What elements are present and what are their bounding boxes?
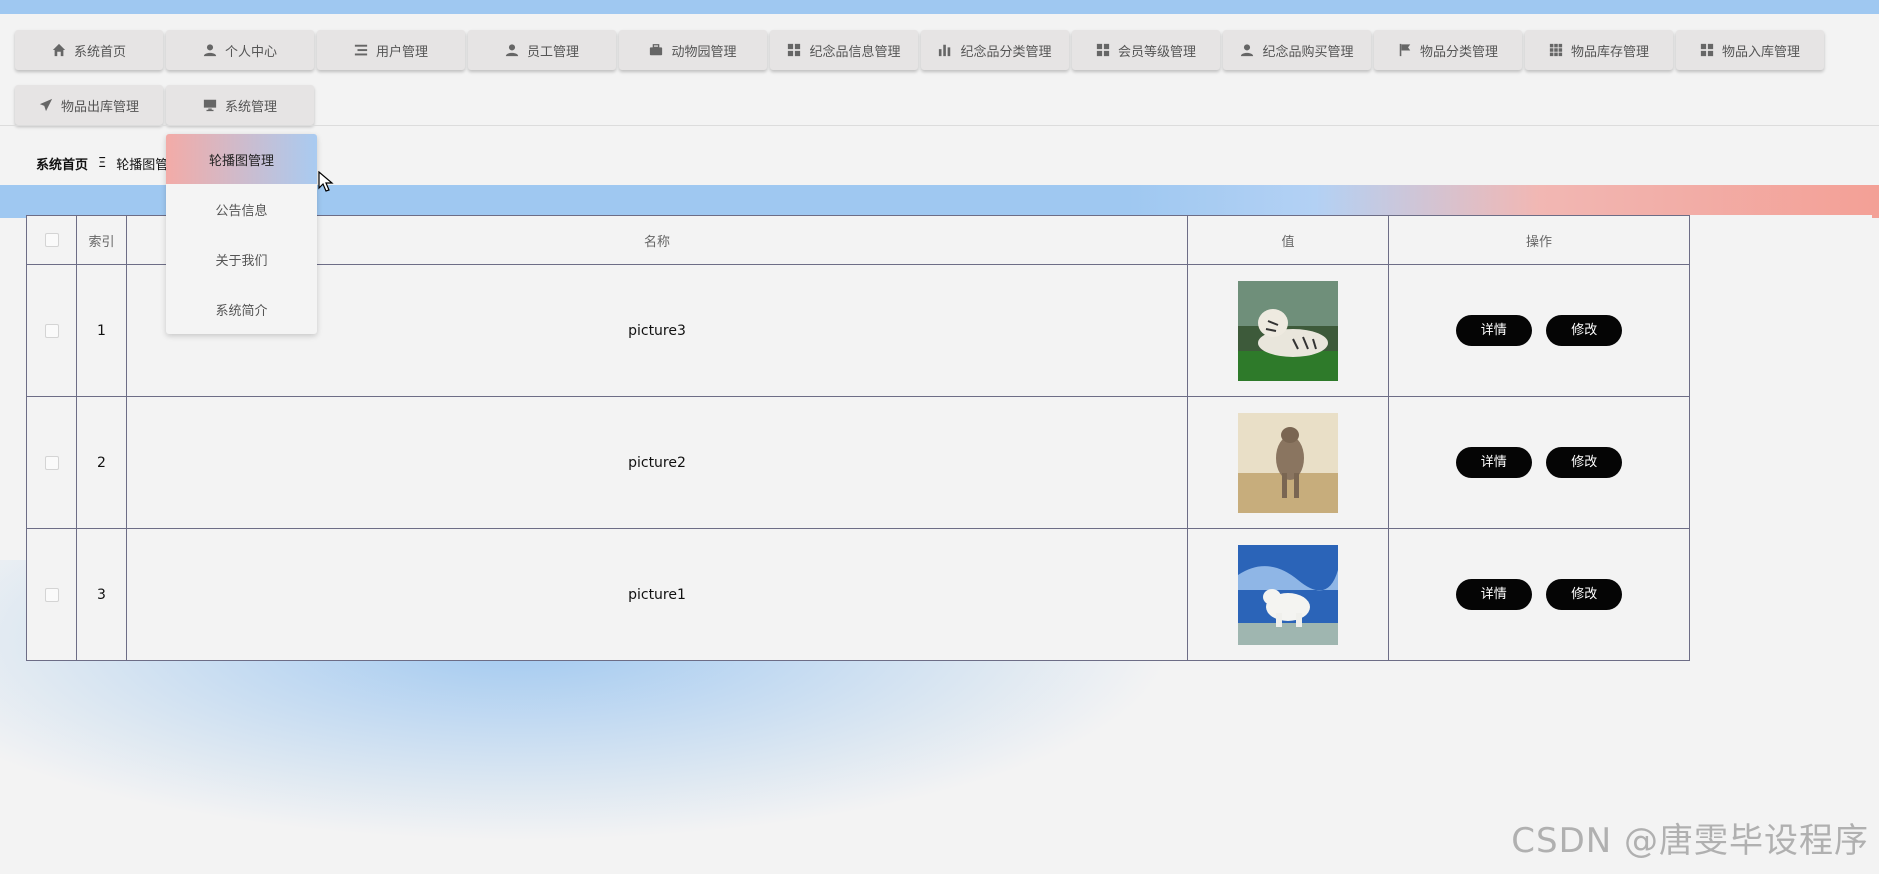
breadcrumb-home[interactable]: 系统首页	[36, 154, 88, 173]
nav-item-label: 系统首页	[73, 44, 126, 60]
row-name: picture1	[126, 528, 1188, 661]
table-row: 3 picture1 详情 修改	[26, 528, 1690, 661]
nav-item-label: 物品库存管理	[1570, 44, 1649, 60]
nav-item-souvenir-category[interactable]: 纪念品分类管理	[921, 30, 1069, 70]
nav-item-souvenir-info[interactable]: 纪念品信息管理	[770, 30, 918, 70]
polar-bear-image[interactable]	[1238, 544, 1338, 645]
grid-icon	[787, 43, 801, 57]
edit-button[interactable]: 修改	[1546, 447, 1623, 478]
dropdown-item-about-us[interactable]: 关于我们	[166, 234, 317, 284]
nav-item-label: 物品分类管理	[1419, 44, 1498, 60]
grid-icon	[1700, 43, 1714, 57]
nav-item-label: 纪念品购买管理	[1262, 44, 1354, 60]
white-tiger-image[interactable]	[1238, 280, 1338, 381]
nav-item-label: 物品出库管理	[60, 99, 139, 115]
edit-button[interactable]: 修改	[1546, 315, 1623, 346]
list-icon	[354, 43, 368, 57]
dropdown-item-carousel[interactable]: 轮播图管理	[166, 134, 317, 184]
nav-item-label: 会员等级管理	[1117, 44, 1196, 60]
nav-item-item-stock[interactable]: 物品库存管理	[1525, 30, 1673, 70]
nav-item-personal[interactable]: 个人中心	[166, 30, 314, 70]
home-icon	[52, 43, 66, 57]
user-icon	[1240, 43, 1254, 57]
nav-item-label: 动物园管理	[671, 44, 737, 60]
dropdown-item-system-intro[interactable]: 系统简介	[166, 284, 317, 334]
nav-item-member-level[interactable]: 会员等级管理	[1072, 30, 1220, 70]
select-all-cell	[26, 215, 77, 265]
nav-item-staff[interactable]: 员工管理	[468, 30, 616, 70]
bar-chart-icon	[938, 43, 952, 57]
flag-icon	[1398, 43, 1412, 57]
dots-grid-icon	[1549, 43, 1563, 57]
detail-button[interactable]: 详情	[1455, 447, 1532, 478]
user-icon	[203, 43, 217, 57]
nav-item-label: 纪念品信息管理	[809, 44, 901, 60]
row-index: 2	[76, 396, 127, 529]
nav-item-souvenir-purchase[interactable]: 纪念品购买管理	[1223, 30, 1371, 70]
header-index: 索引	[76, 215, 127, 265]
row-checkbox[interactable]	[44, 455, 59, 470]
row-index: 1	[76, 264, 127, 397]
top-strip	[0, 0, 1879, 14]
nav-item-label: 物品入库管理	[1721, 44, 1800, 60]
detail-button[interactable]: 详情	[1455, 579, 1532, 610]
nav-item-label: 员工管理	[526, 44, 579, 60]
nav-item-users[interactable]: 用户管理	[317, 30, 465, 70]
nav-divider	[0, 125, 1879, 126]
header-value: 值	[1187, 215, 1389, 265]
nav-item-item-category[interactable]: 物品分类管理	[1374, 30, 1522, 70]
nav-item-item-inbound[interactable]: 物品入库管理	[1676, 30, 1824, 70]
nav-item-home[interactable]: 系统首页	[15, 30, 163, 70]
nav-item-label: 个人中心	[224, 44, 277, 60]
header-actions: 操作	[1388, 215, 1690, 265]
send-icon	[39, 98, 53, 112]
mouse-cursor-icon	[318, 171, 334, 192]
grid-icon	[1096, 43, 1110, 57]
nav-item-zoo[interactable]: 动物园管理	[619, 30, 767, 70]
system-management-dropdown: 轮播图管理 公告信息 关于我们 系统简介	[166, 134, 317, 334]
breadcrumb-separator: Ξ	[98, 156, 107, 171]
monitor-icon	[203, 98, 217, 112]
table-row: 2 picture2 详情 修改	[26, 396, 1690, 529]
watermark: CSDN @唐雯毕设程序	[1511, 821, 1869, 861]
nav-item-label: 系统管理	[224, 99, 277, 115]
user-icon	[505, 43, 519, 57]
row-checkbox[interactable]	[44, 323, 59, 338]
dropdown-item-announcement[interactable]: 公告信息	[166, 184, 317, 234]
edit-button[interactable]: 修改	[1546, 579, 1623, 610]
nav-item-item-outbound[interactable]: 物品出库管理	[15, 85, 163, 125]
row-name: picture2	[126, 396, 1188, 529]
select-all-checkbox[interactable]	[44, 233, 59, 247]
nav-item-system[interactable]: 系统管理	[166, 85, 314, 125]
nav-item-label: 纪念品分类管理	[960, 44, 1052, 60]
row-checkbox[interactable]	[44, 587, 59, 602]
leopard-image[interactable]	[1238, 412, 1338, 513]
breadcrumb: 系统首页 Ξ 轮播图管理	[36, 154, 181, 173]
briefcase-icon	[649, 43, 663, 57]
detail-button[interactable]: 详情	[1455, 315, 1532, 346]
row-index: 3	[76, 528, 127, 661]
nav-item-label: 用户管理	[375, 44, 428, 60]
